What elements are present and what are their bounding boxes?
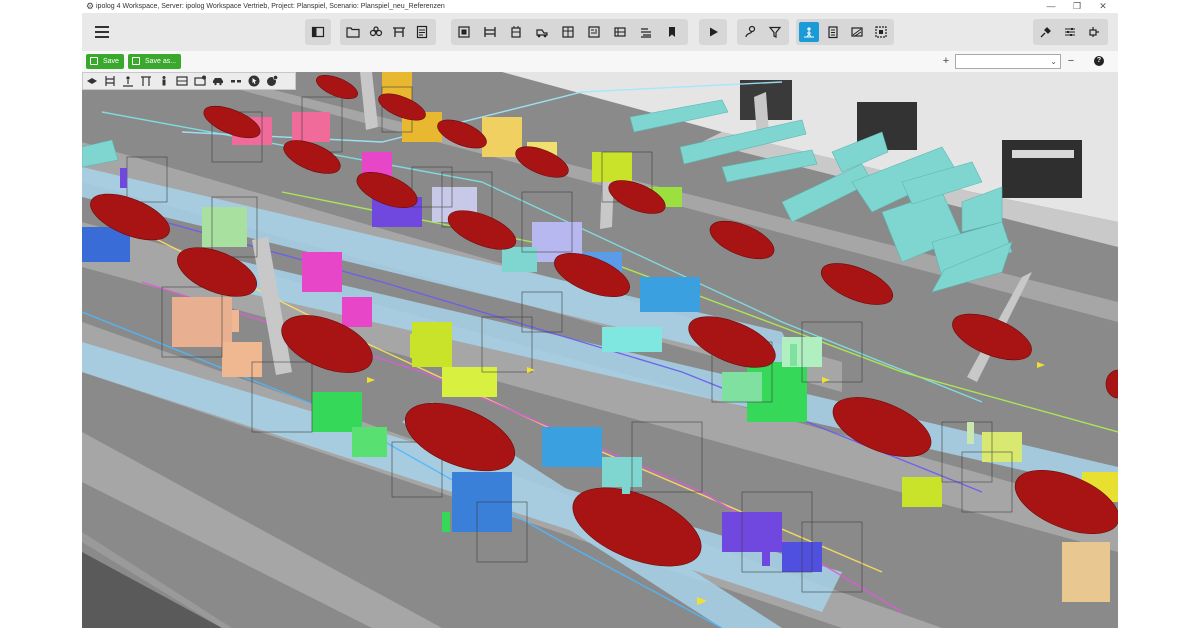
- filter-icon[interactable]: [765, 22, 785, 42]
- route-icon[interactable]: [740, 22, 760, 42]
- rack-icon[interactable]: [480, 22, 500, 42]
- title-bar: ⚙ ipolog 4 Workspace, Server: ipolog Wor…: [82, 0, 1118, 13]
- zoom-select[interactable]: ⌄: [955, 54, 1061, 69]
- toolbar-group-simulation: [699, 19, 727, 45]
- report-icon[interactable]: [412, 22, 432, 42]
- play-icon[interactable]: [703, 22, 723, 42]
- main-toolbar: [82, 13, 1118, 52]
- save-disk-icon: [90, 57, 98, 65]
- bookmark-icon[interactable]: [662, 22, 682, 42]
- chevron-down-icon: ⌄: [1050, 57, 1057, 66]
- frame-icon[interactable]: [454, 22, 474, 42]
- toolbar-group-settings: [1033, 19, 1108, 45]
- line-icon[interactable]: [610, 22, 630, 42]
- stack-icon[interactable]: [636, 22, 656, 42]
- frame-tool-icon[interactable]: [137, 73, 155, 89]
- container-icon[interactable]: [506, 22, 526, 42]
- app-window: ⚙ ipolog 4 Workspace, Server: ipolog Wor…: [82, 0, 1118, 628]
- car-tool-icon[interactable]: [209, 73, 227, 89]
- hamburger-menu-icon[interactable]: [92, 22, 114, 42]
- ipolog-logo-icon: ⚙: [86, 1, 95, 11]
- path-icon[interactable]: [799, 22, 819, 42]
- save-button[interactable]: Save: [86, 54, 124, 69]
- panel-toggle-icon[interactable]: [308, 22, 328, 42]
- viewport-toolbar: [82, 72, 296, 90]
- restore-icon[interactable]: ❐: [1064, 0, 1090, 13]
- toolbar-group-objects: [451, 19, 688, 45]
- open-folder-icon[interactable]: [343, 22, 363, 42]
- dock-door: [1002, 140, 1082, 198]
- sliders-icon[interactable]: [1060, 22, 1080, 42]
- rack-tool-icon[interactable]: [101, 73, 119, 89]
- vehicle-icon[interactable]: [532, 22, 552, 42]
- layers-icon[interactable]: [83, 73, 101, 89]
- scenario-icon[interactable]: [366, 22, 386, 42]
- toolbar-group-file: [340, 19, 436, 45]
- layout-icon[interactable]: [389, 22, 409, 42]
- toolbar-group-analysis: [737, 19, 789, 45]
- zoom-in-button[interactable]: +: [940, 54, 952, 69]
- clipboard-icon[interactable]: [823, 22, 843, 42]
- factory-scene[interactable]: [82, 72, 1118, 628]
- station-icon[interactable]: [584, 22, 604, 42]
- shelf-badge-tool-icon[interactable]: [191, 73, 209, 89]
- shelf-icon[interactable]: [558, 22, 578, 42]
- globe-badge-tool-icon[interactable]: [263, 73, 281, 89]
- select-area-icon[interactable]: [871, 22, 891, 42]
- zoom-out-button[interactable]: −: [1065, 54, 1077, 69]
- save-as-disk-icon: [132, 57, 140, 65]
- shelf-tool-icon[interactable]: [173, 73, 191, 89]
- 3d-viewport[interactable]: [82, 72, 1118, 628]
- cursor-tool-icon[interactable]: [245, 73, 263, 89]
- close-icon[interactable]: ✕: [1090, 0, 1116, 13]
- link-tool-icon[interactable]: [227, 73, 245, 89]
- window-title: ipolog 4 Workspace, Server: ipolog Works…: [96, 3, 445, 10]
- toolbar-group-view: [796, 19, 894, 45]
- heatmap-icon[interactable]: [847, 22, 867, 42]
- action-bar: Save Save as... + ⌄ − ?: [82, 51, 1118, 72]
- plugin-icon[interactable]: [1036, 22, 1056, 42]
- help-button[interactable]: ?: [1094, 56, 1104, 66]
- toolbar-group-panel: [305, 19, 331, 45]
- worker-tool-icon[interactable]: [119, 73, 137, 89]
- connection-icon[interactable]: [1084, 22, 1104, 42]
- minimize-icon[interactable]: —: [1038, 0, 1064, 13]
- save-as-button[interactable]: Save as...: [128, 54, 182, 69]
- person-tool-icon[interactable]: [155, 73, 173, 89]
